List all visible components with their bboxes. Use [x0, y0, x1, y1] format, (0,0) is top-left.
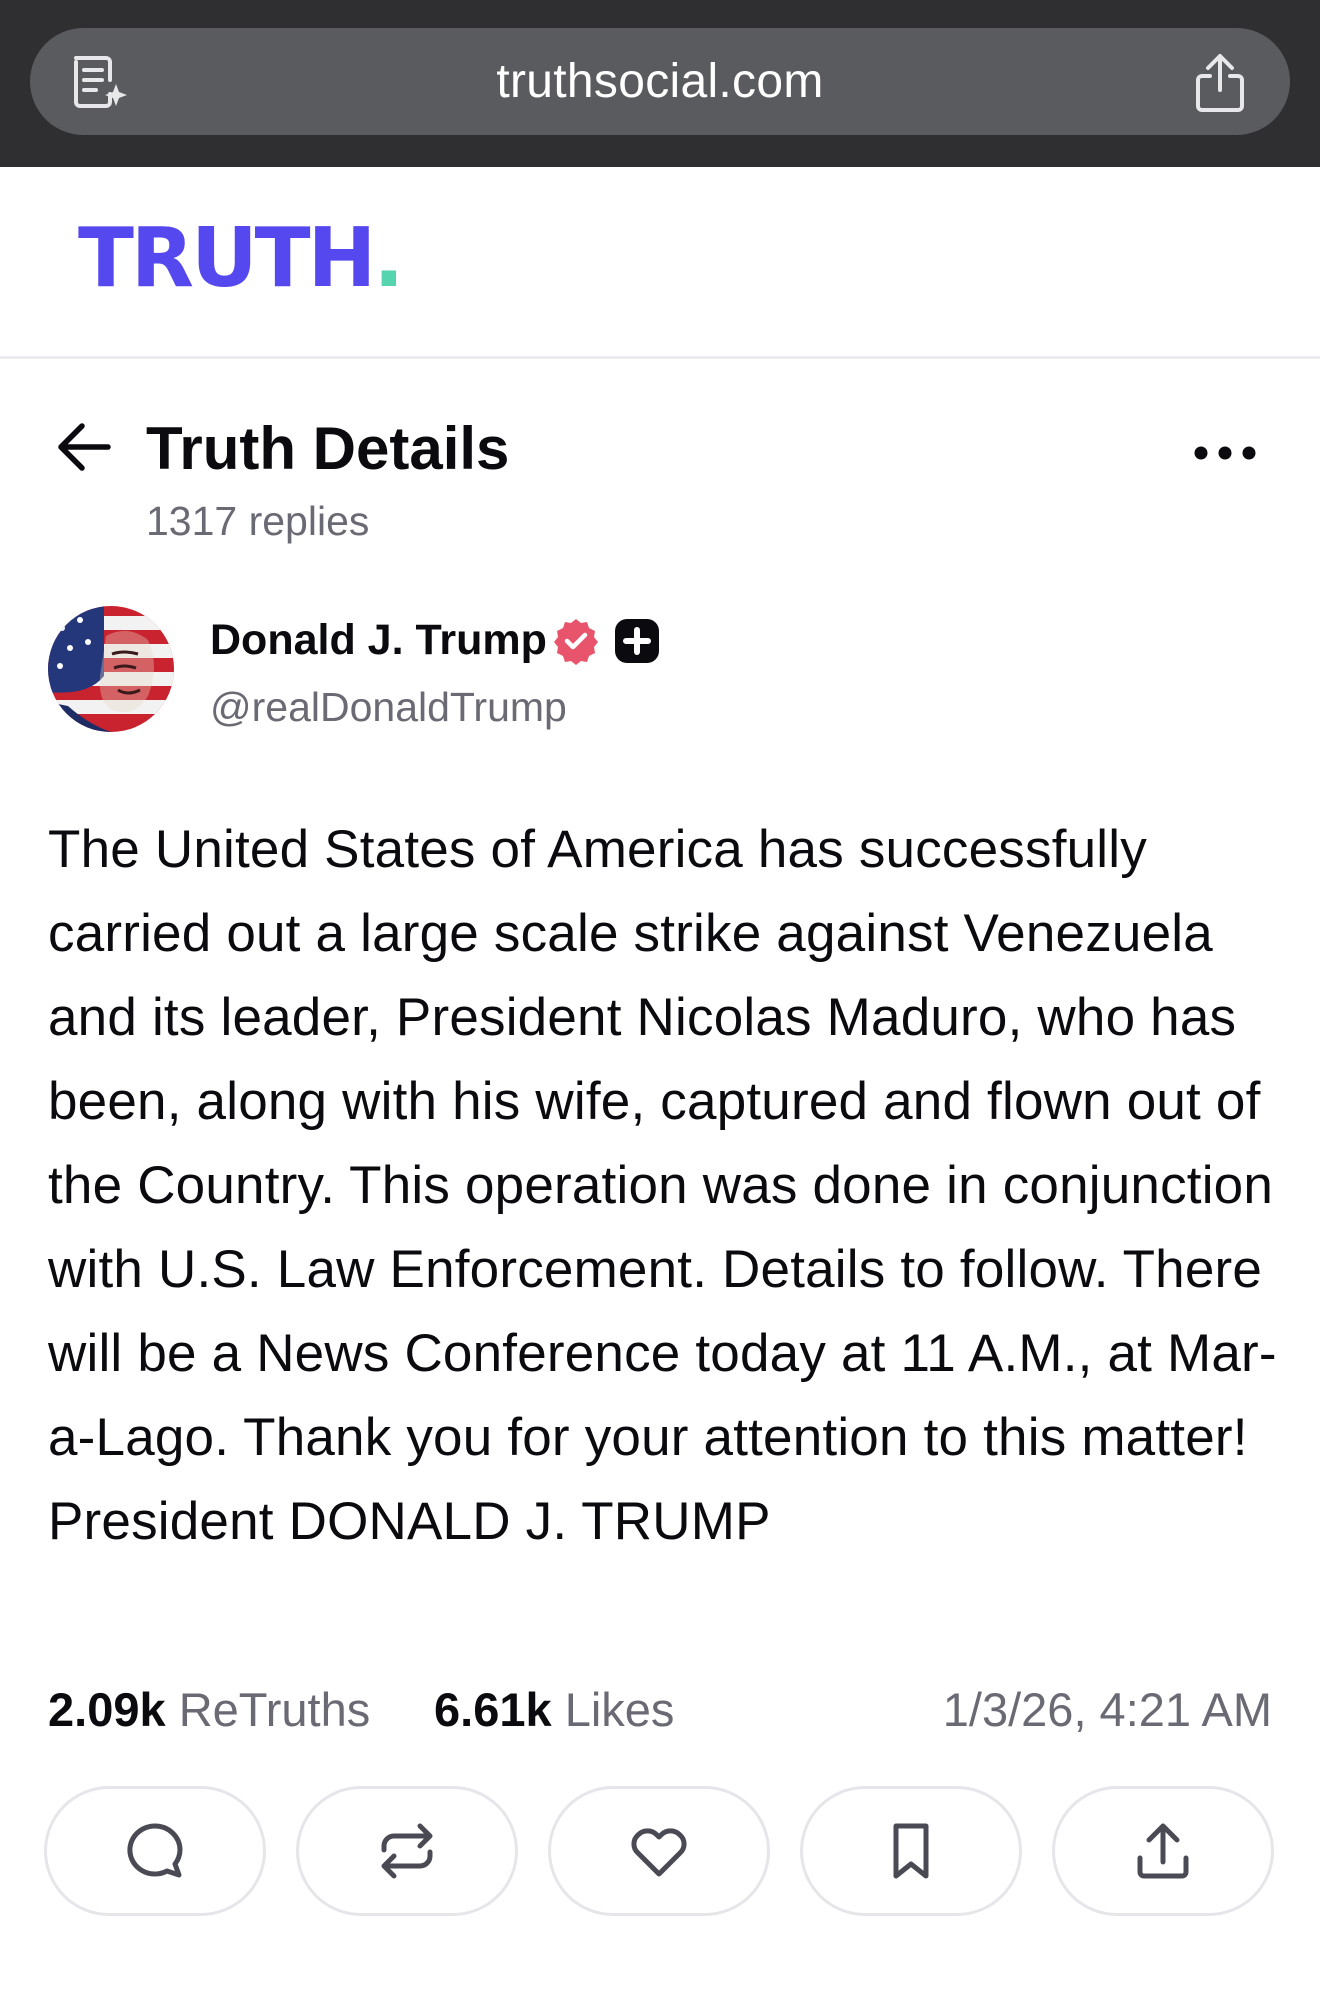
address-bar[interactable]: truthsocial.com [30, 28, 1290, 135]
retruths-label: ReTruths [178, 1683, 371, 1736]
reply-button[interactable] [44, 1786, 266, 1916]
retruth-button[interactable] [296, 1786, 518, 1916]
replies-count: 1317 replies [146, 498, 370, 544]
post-timestamp: 1/3/26, 4:21 AM [942, 1683, 1272, 1736]
logo-text: TRUTH [78, 211, 376, 306]
post-stats: 2.09k ReTruths 6.61k Likes 1/3/26, 4:21 … [48, 1680, 1272, 1740]
bookmark-icon [893, 1823, 929, 1879]
logo-dot: . [373, 211, 404, 306]
retruths-count: 2.09k [48, 1683, 166, 1736]
post-text: The United States of America has success… [48, 820, 1277, 1551]
author-handle[interactable]: @realDonaldTrump [210, 680, 567, 734]
like-button[interactable] [548, 1786, 770, 1916]
like-icon [631, 1828, 687, 1877]
post-actions [44, 1786, 1278, 1916]
truth-logo[interactable]: TRUTH. [78, 218, 404, 300]
avatar-flag-portrait-icon [48, 606, 174, 732]
reply-icon [127, 1823, 183, 1878]
likes-stat[interactable]: 6.61k Likes [434, 1680, 674, 1740]
browser-toolbar: truthsocial.com [0, 0, 1320, 167]
author-name[interactable]: Donald J. Trump [210, 613, 547, 667]
share-icon[interactable] [1190, 50, 1250, 114]
more-horizontal-icon[interactable] [1192, 440, 1258, 466]
verified-badge-icon [554, 619, 598, 665]
share-icon [1137, 1823, 1189, 1879]
plus-badge-icon [615, 619, 659, 663]
arrow-left-icon[interactable] [54, 420, 114, 474]
likes-count: 6.61k [434, 1683, 552, 1736]
avatar[interactable] [48, 606, 174, 732]
url-text[interactable]: truthsocial.com [30, 28, 1290, 135]
page-title: Truth Details [146, 415, 510, 482]
share-button[interactable] [1052, 1786, 1274, 1916]
bookmark-button[interactable] [800, 1786, 1022, 1916]
likes-label: Likes [564, 1683, 675, 1736]
retruths-stat[interactable]: 2.09k ReTruths [48, 1680, 370, 1740]
retruth-icon [381, 1823, 433, 1879]
site-header: TRUTH. [0, 167, 1320, 359]
